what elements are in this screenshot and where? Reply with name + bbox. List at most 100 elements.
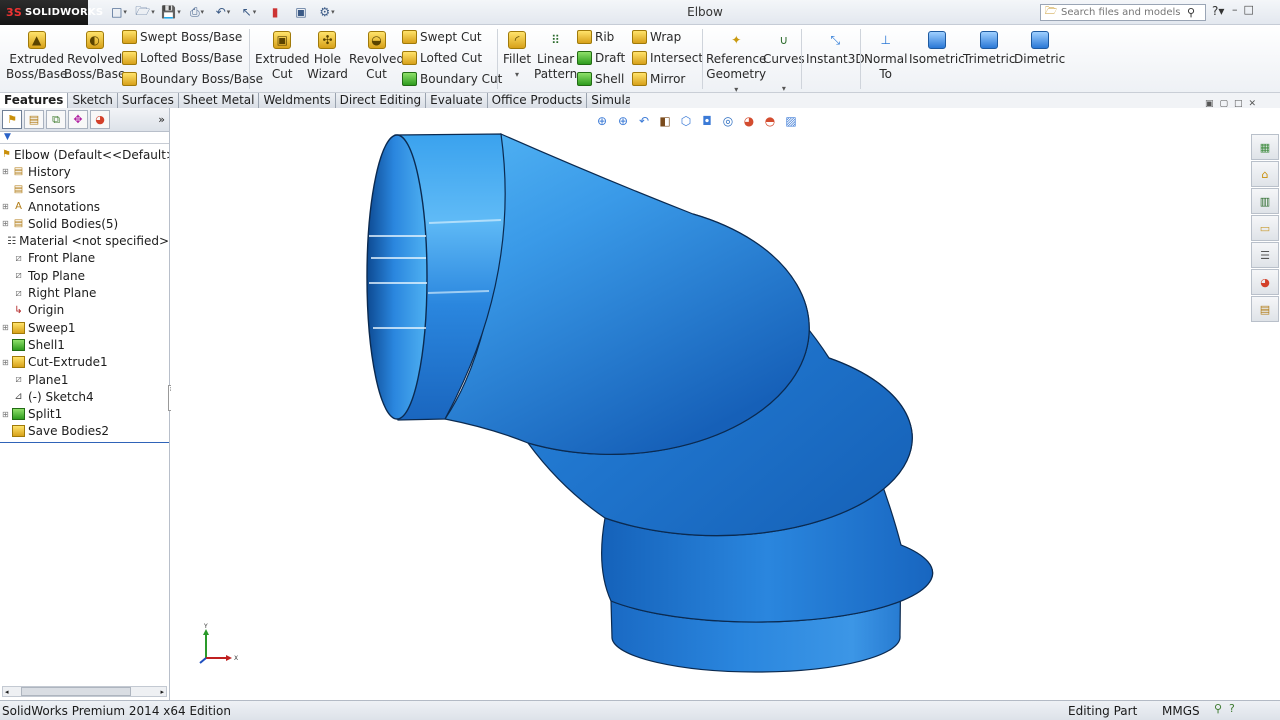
rebuild-icon[interactable]: ▮ bbox=[264, 3, 286, 21]
tab-sketch[interactable]: Sketch bbox=[68, 93, 118, 108]
expand-icon[interactable]: ⊞ bbox=[2, 202, 10, 211]
tree-item-split1[interactable]: ⊞ Split1 bbox=[0, 405, 169, 422]
graphics-area[interactable]: ⊕ ⊕ ↶ ◧ ⬡ ◘ ◎ ◕ ◓ ▨ ▣ ▢ □ ✕ ▦ ⌂ ▥ ▭ ☰ ◕ … bbox=[171, 99, 1280, 700]
tree-item-save-bodies2[interactable]: Save Bodies2 bbox=[0, 423, 169, 440]
tree-item-annotations[interactable]: ⊞ A Annotations bbox=[0, 198, 169, 215]
rib-button[interactable]: Rib bbox=[577, 30, 614, 44]
boundary-boss-button[interactable]: Boundary Boss/Base bbox=[122, 72, 263, 86]
horizontal-scrollbar[interactable]: ◂ ▸ bbox=[2, 686, 167, 697]
open-folder-icon[interactable]: 🗁 ▾ bbox=[134, 3, 156, 21]
instant3d-button[interactable]: ⤡ Instant3D bbox=[806, 31, 865, 67]
status-units[interactable]: MMGS bbox=[1162, 704, 1200, 718]
normal-to-button[interactable]: ⊥ Normal To bbox=[864, 31, 907, 82]
expand-icon[interactable]: ⊞ bbox=[2, 167, 10, 176]
boundary-cut-button[interactable]: Boundary Cut bbox=[402, 72, 502, 86]
viewport-close-icon[interactable]: ✕ bbox=[1249, 99, 1257, 109]
home-icon[interactable]: ⌂ bbox=[1251, 161, 1279, 187]
linear-pattern-button[interactable]: ⠿ Linear Pattern bbox=[534, 31, 577, 82]
fillet-dropdown-icon[interactable]: ▾ bbox=[515, 67, 519, 82]
shell-button[interactable]: Shell bbox=[577, 72, 624, 86]
tree-item-sensors[interactable]: ▤ Sensors bbox=[0, 181, 169, 198]
select-arrow-icon[interactable]: ↖ ▾ bbox=[238, 3, 260, 21]
undo-icon[interactable]: ↶ ▾ bbox=[212, 3, 234, 21]
tree-item-sweep1[interactable]: ⊞ Sweep1 bbox=[0, 319, 169, 336]
file-explorer-icon[interactable]: ▭ bbox=[1251, 215, 1279, 241]
expand-icon[interactable]: ⊞ bbox=[2, 323, 10, 332]
save-icon[interactable]: 💾 ▾ bbox=[160, 3, 182, 21]
trimetric-button[interactable]: Trimetric bbox=[963, 31, 1015, 67]
tab-features[interactable]: Features bbox=[0, 93, 69, 108]
view-orientation-icon[interactable]: ⬡ bbox=[677, 113, 695, 129]
tree-item-material[interactable]: ☷ Material <not specified> bbox=[0, 232, 169, 249]
swept-cut-button[interactable]: Swept Cut bbox=[402, 30, 482, 44]
intersect-button[interactable]: Intersect bbox=[632, 51, 703, 65]
rebuild-status-icon[interactable]: ⚲ ? bbox=[1214, 702, 1235, 715]
expand-icon[interactable]: ⊞ bbox=[2, 219, 10, 228]
expand-icon[interactable]: ⊞ bbox=[2, 410, 10, 419]
tab-evaluate[interactable]: Evaluate bbox=[426, 93, 488, 108]
tree-root[interactable]: ⚑ Elbow (Default<<Default>_D bbox=[0, 146, 169, 163]
dimetric-button[interactable]: Dimetric bbox=[1014, 31, 1065, 67]
search-box[interactable]: 🗁 ⚲ bbox=[1040, 4, 1206, 21]
design-library-icon[interactable]: ▥ bbox=[1251, 188, 1279, 214]
scroll-left-icon[interactable]: ◂ bbox=[5, 688, 9, 696]
view-palette-icon[interactable]: ☰ bbox=[1251, 242, 1279, 268]
edit-appearance-icon[interactable]: ◕ bbox=[740, 113, 758, 129]
tab-office-products[interactable]: Office Products bbox=[487, 93, 588, 108]
panel-expand-icon[interactable]: » bbox=[158, 113, 165, 126]
help-icon[interactable]: ?▾ bbox=[1212, 4, 1224, 18]
tree-item-cut-extrude1[interactable]: ⊞ Cut-Extrude1 bbox=[0, 354, 169, 371]
tree-item-front-plane[interactable]: ⧄ Front Plane bbox=[0, 250, 169, 267]
view-settings-icon[interactable]: ▨ bbox=[782, 113, 800, 129]
tab-weldments[interactable]: Weldments bbox=[259, 93, 336, 108]
solidworks-logo[interactable]: 3S SOLIDWORKS bbox=[0, 0, 103, 25]
feature-manager-tab-icon[interactable]: ⚑ bbox=[2, 110, 22, 129]
fillet-button[interactable]: ◜ Fillet ▾ bbox=[503, 31, 531, 82]
tab-direct-editing[interactable]: Direct Editing bbox=[335, 93, 427, 108]
section-view-icon[interactable]: ◧ bbox=[656, 113, 674, 129]
display-style-icon[interactable]: ◘ bbox=[698, 113, 716, 129]
tab-sheet-metal[interactable]: Sheet Metal bbox=[178, 93, 260, 108]
elbow-open-end[interactable] bbox=[366, 134, 428, 420]
mirror-button[interactable]: Mirror bbox=[632, 72, 685, 86]
revolved-cut-button[interactable]: ◒ Revolved Cut bbox=[349, 31, 404, 82]
filter-icon[interactable]: ▼ bbox=[0, 132, 169, 144]
expand-icon[interactable]: ⊞ bbox=[2, 358, 10, 367]
curves-button[interactable]: ∪ Curves ▾ bbox=[763, 31, 805, 96]
options-icon[interactable]: ⚙ ▾ bbox=[316, 3, 338, 21]
tree-item-history[interactable]: ⊞ ▤ History bbox=[0, 163, 169, 180]
tree-item-right-plane[interactable]: ⧄ Right Plane bbox=[0, 284, 169, 301]
elbow-model[interactable] bbox=[171, 108, 1280, 700]
draft-button[interactable]: Draft bbox=[577, 51, 625, 65]
hole-wizard-button[interactable]: ✣ Hole Wizard bbox=[307, 31, 348, 82]
lofted-boss-button[interactable]: Lofted Boss/Base bbox=[122, 51, 243, 65]
search-icon[interactable]: ⚲ bbox=[1181, 6, 1201, 19]
wrap-button[interactable]: Wrap bbox=[632, 30, 681, 44]
apply-scene-icon[interactable]: ◓ bbox=[761, 113, 779, 129]
property-manager-tab-icon[interactable]: ▤ bbox=[24, 110, 44, 129]
swept-boss-button[interactable]: Swept Boss/Base bbox=[122, 30, 242, 44]
maximize-icon[interactable]: □ bbox=[1244, 3, 1254, 16]
tree-item-top-plane[interactable]: ⧄ Top Plane bbox=[0, 267, 169, 284]
lofted-cut-button[interactable]: Lofted Cut bbox=[402, 51, 482, 65]
viewport-restore-icon[interactable]: ▢ bbox=[1220, 99, 1229, 109]
tree-item-sketch4[interactable]: ⊿ (-) Sketch4 bbox=[0, 388, 169, 405]
search-input[interactable] bbox=[1061, 7, 1181, 18]
display-manager-tab-icon[interactable]: ◕ bbox=[90, 110, 110, 129]
extruded-boss-button[interactable]: ▲ Extruded Boss/Base bbox=[6, 31, 67, 82]
isometric-button[interactable]: Isometric bbox=[909, 31, 965, 67]
tree-item-solid-bodies[interactable]: ⊞ ▤ Solid Bodies(5) bbox=[0, 215, 169, 232]
solidworks-resources-icon[interactable]: ▦ bbox=[1251, 134, 1279, 160]
zoom-to-fit-icon[interactable]: ⊕ bbox=[593, 113, 611, 129]
print-icon[interactable]: ⎙ ▾ bbox=[186, 3, 208, 21]
dimxpert-tab-icon[interactable]: ✥ bbox=[68, 110, 88, 129]
rollback-bar[interactable] bbox=[0, 442, 169, 443]
zoom-to-area-icon[interactable]: ⊕ bbox=[614, 113, 632, 129]
tree-item-origin[interactable]: ↳ Origin bbox=[0, 302, 169, 319]
tree-item-shell1[interactable]: Shell1 bbox=[0, 336, 169, 353]
revolved-boss-button[interactable]: ◐ Revolved Boss/Base bbox=[64, 31, 125, 82]
extruded-cut-button[interactable]: ▣ Extruded Cut bbox=[255, 31, 310, 82]
new-document-icon[interactable]: □ ▾ bbox=[108, 3, 130, 21]
minimize-icon[interactable]: – bbox=[1232, 3, 1238, 16]
reference-geometry-button[interactable]: ✦ Reference Geometry ▾ bbox=[706, 31, 766, 97]
